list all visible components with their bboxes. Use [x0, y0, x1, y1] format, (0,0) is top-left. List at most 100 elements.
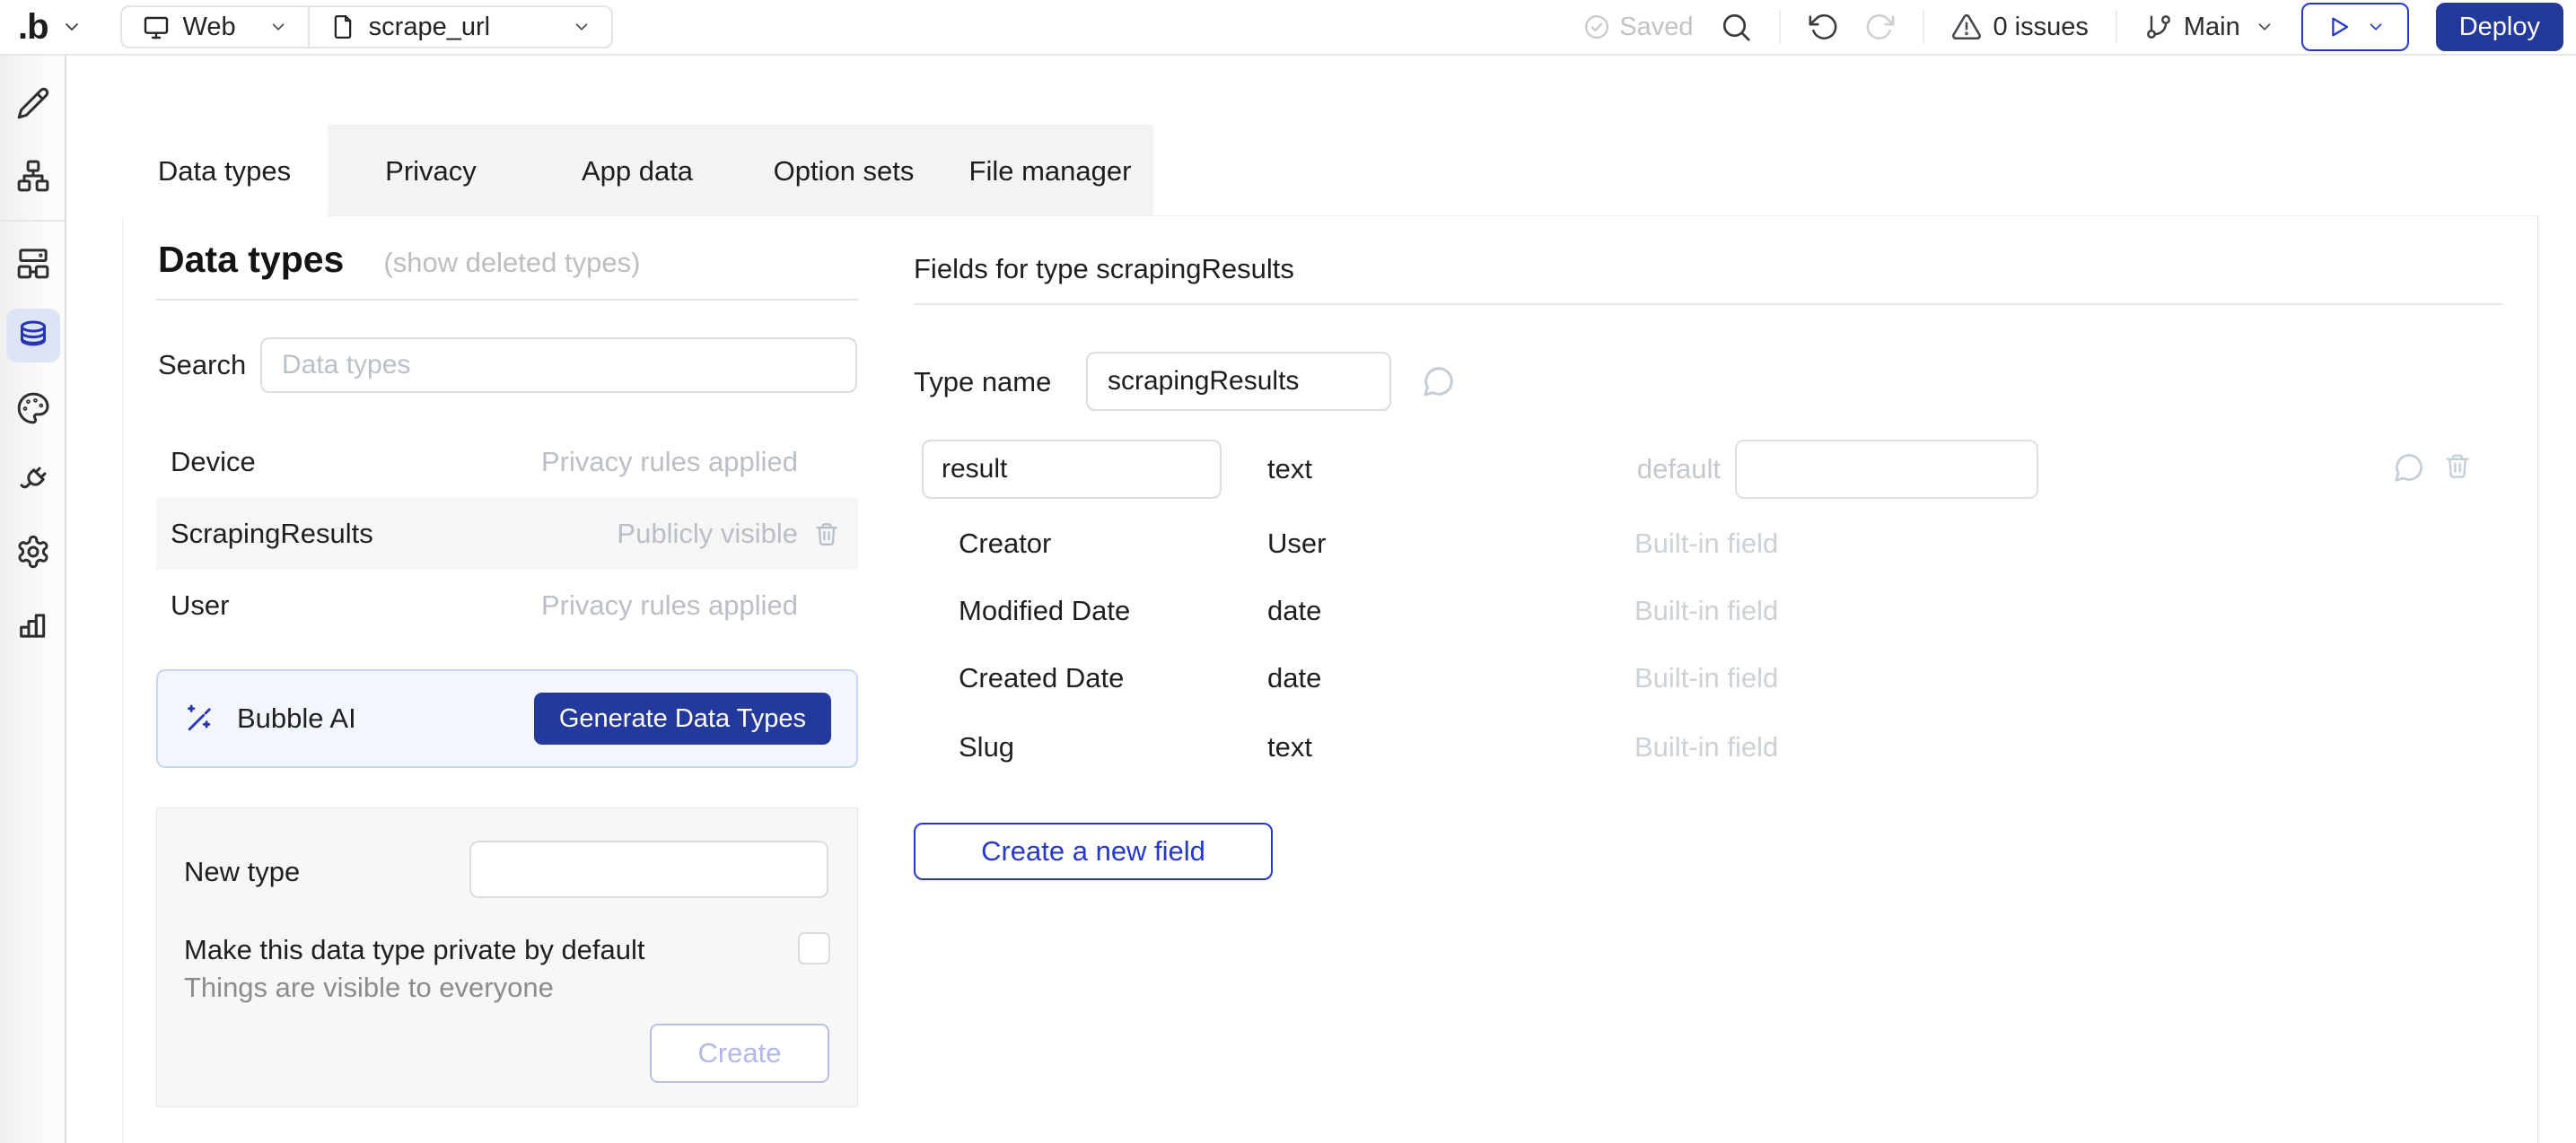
type-name-label: Type name	[914, 366, 1051, 398]
field-row-result: text default	[914, 440, 2502, 499]
builtin-field-row: Modified Date date Built-in field	[914, 595, 2502, 631]
platform-selector[interactable]: Web	[122, 7, 308, 47]
new-type-input[interactable]	[469, 841, 828, 898]
header-divider	[1779, 10, 1781, 44]
git-branch-icon	[2144, 13, 2173, 41]
undo-icon[interactable]	[1808, 12, 1838, 42]
default-label: default	[1488, 453, 1721, 485]
builtin-note: Built-in field	[1634, 528, 1778, 560]
fields-panel-title: Fields for type scrapingResults	[914, 253, 1294, 285]
field-name: Creator	[959, 528, 1051, 560]
chevron-down-icon	[2366, 17, 2386, 37]
search-label: Search	[158, 350, 246, 380]
sidebar-item-design[interactable]	[6, 76, 60, 130]
tab-data-types[interactable]: Data types	[121, 125, 328, 217]
sidebar-item-styles[interactable]	[6, 381, 60, 435]
app-selectors: Web scrape_url	[120, 5, 613, 48]
pencil-icon	[15, 85, 51, 121]
magic-wand-icon	[183, 702, 217, 736]
top-bar: .b Web scrape_url	[0, 0, 2576, 56]
gear-icon	[15, 534, 51, 570]
workflow-boxes-icon	[15, 245, 51, 281]
search-icon[interactable]	[1720, 11, 1752, 43]
field-name: Slug	[959, 731, 1014, 763]
default-value-input[interactable]	[1735, 440, 2038, 499]
type-name: ScrapingResults	[171, 518, 617, 550]
redo-icon[interactable]	[1865, 12, 1896, 42]
new-type-label: New type	[184, 856, 300, 888]
sidebar-divider	[0, 220, 65, 222]
search-input[interactable]	[260, 337, 857, 393]
comment-bubble-icon[interactable]	[2393, 451, 2425, 484]
plug-icon	[15, 462, 51, 498]
builtin-note: Built-in field	[1634, 662, 1778, 694]
branch-selector[interactable]: Main	[2144, 13, 2274, 42]
trash-icon[interactable]	[813, 520, 840, 547]
tab-file-manager[interactable]: File manager	[947, 125, 1153, 217]
saved-status: Saved	[1583, 13, 1693, 42]
builtin-field-row: Created Date date Built-in field	[914, 662, 2502, 698]
preview-button[interactable]	[2301, 3, 2409, 51]
tab-app-data[interactable]: App data	[534, 125, 740, 217]
tab-option-sets[interactable]: Option sets	[740, 125, 947, 217]
bar-chart-icon	[15, 606, 51, 641]
chevron-down-icon	[572, 17, 591, 37]
header-divider	[2116, 10, 2117, 44]
type-status: Publicly visible	[617, 518, 798, 550]
bubble-ai-card: Bubble AI Generate Data Types	[156, 669, 858, 768]
bubble-editor-window: .b Web scrape_url	[0, 0, 2576, 1143]
sidebar-item-settings[interactable]	[6, 525, 60, 579]
sidebar-item-workflow[interactable]	[6, 236, 60, 290]
data-type-list: Device Privacy rules applied ScrapingRes…	[156, 426, 858, 641]
check-circle-icon	[1583, 13, 1610, 40]
sidebar-item-data[interactable]	[6, 309, 60, 362]
sidebar-item-logs[interactable]	[6, 597, 60, 650]
warning-triangle-icon	[1951, 12, 1982, 42]
bubble-logo[interactable]: .b	[18, 9, 48, 45]
visibility-hint: Things are visible to everyone	[184, 972, 554, 1004]
data-subtabs: Data types Privacy App data Option sets …	[121, 125, 1153, 215]
new-type-card: New type Make this data type private by …	[156, 807, 858, 1107]
field-type-label[interactable]: text	[1267, 453, 1312, 485]
create-type-button[interactable]: Create	[650, 1024, 829, 1083]
type-name-input[interactable]	[1086, 352, 1391, 411]
list-item-user[interactable]: User Privacy rules applied	[156, 570, 858, 641]
sidebar-item-pages[interactable]	[6, 149, 60, 203]
tab-privacy[interactable]: Privacy	[328, 125, 534, 217]
play-icon	[2325, 13, 2352, 40]
field-name-input[interactable]	[922, 440, 1222, 499]
database-icon	[15, 318, 51, 353]
list-item-scrapingresults[interactable]: ScrapingResults Publicly visible	[156, 498, 858, 570]
logo-chevron-down-icon[interactable]	[61, 16, 83, 38]
comment-bubble-icon[interactable]	[1422, 364, 1456, 398]
panel-title: Data types	[158, 239, 344, 281]
list-item-device[interactable]: Device Privacy rules applied	[156, 426, 858, 498]
field-type: date	[1267, 662, 1321, 694]
chevron-down-icon	[268, 17, 288, 37]
header-actions: Saved 0 issues	[1583, 3, 2563, 51]
divider	[156, 299, 858, 301]
builtin-field-row: Slug text Built-in field	[914, 731, 2502, 767]
type-status: Privacy rules applied	[541, 446, 798, 478]
builtin-note: Built-in field	[1634, 595, 1778, 627]
type-status: Privacy rules applied	[541, 589, 798, 622]
create-new-field-button[interactable]: Create a new field	[914, 823, 1273, 880]
saved-label: Saved	[1619, 13, 1693, 42]
sidebar-item-plugins[interactable]	[6, 453, 60, 507]
deploy-button[interactable]: Deploy	[2436, 3, 2563, 51]
page-selector[interactable]: scrape_url	[310, 7, 611, 47]
issues-indicator[interactable]: 0 issues	[1951, 12, 2088, 42]
show-deleted-types-link[interactable]: (show deleted types)	[383, 247, 640, 279]
private-by-default-label: Make this data type private by default	[184, 934, 645, 966]
header-divider	[1923, 10, 1924, 44]
monitor-icon	[142, 13, 171, 41]
private-by-default-checkbox[interactable]	[798, 932, 830, 964]
generate-data-types-button[interactable]: Generate Data Types	[534, 693, 831, 745]
trash-icon[interactable]	[2443, 451, 2472, 480]
bubble-ai-label: Bubble AI	[237, 702, 356, 735]
type-name: Device	[171, 446, 541, 478]
field-name: Modified Date	[959, 595, 1130, 627]
field-name: Created Date	[959, 662, 1124, 694]
file-icon	[329, 13, 356, 40]
divider	[914, 303, 2502, 305]
